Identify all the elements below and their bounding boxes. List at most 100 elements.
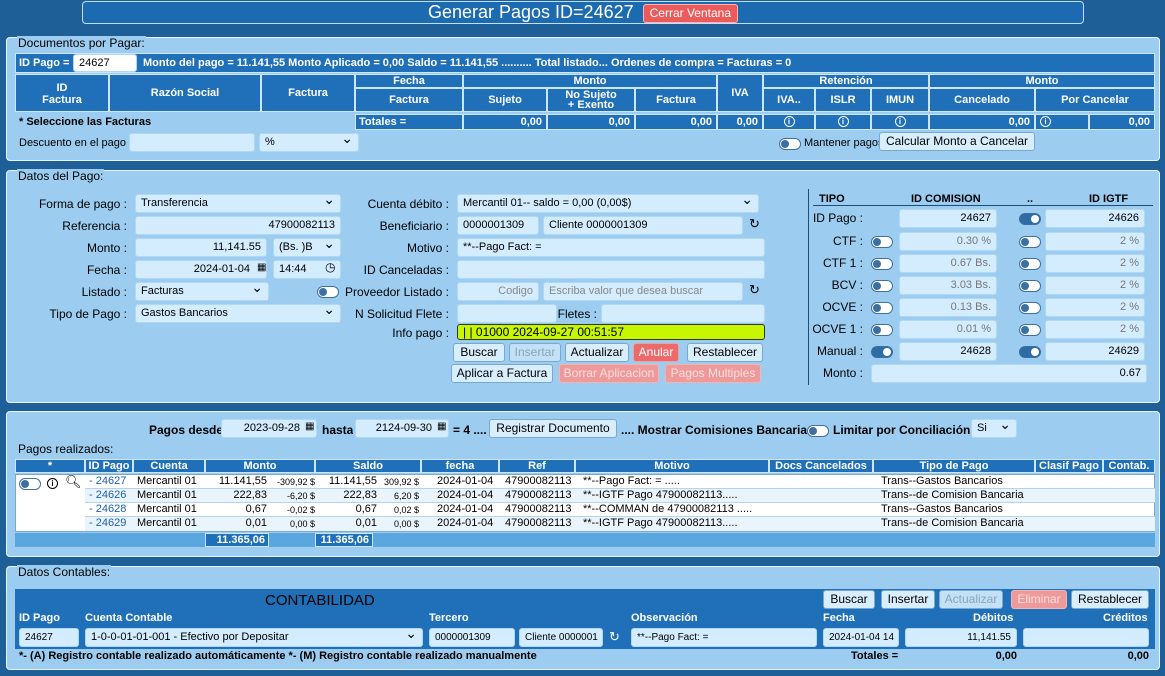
comm-toggle[interactable]	[871, 346, 893, 358]
acc-id-pago-input[interactable]: 24627	[19, 628, 79, 647]
row-select-toggle[interactable]	[19, 478, 41, 490]
comm-v1[interactable]: 0.30 %	[899, 232, 997, 251]
comm-v1[interactable]: 24627	[899, 209, 997, 228]
calendar-icon[interactable]: ▦	[437, 421, 446, 432]
id-pago-field[interactable]: 24627	[73, 54, 137, 72]
forma-pago-select[interactable]: Transferencia	[135, 194, 341, 213]
acc-tercero-id-input[interactable]: 0000001309	[429, 628, 515, 647]
canceladas-input[interactable]	[457, 260, 765, 279]
refresh-icon[interactable]: ↻	[749, 216, 760, 232]
aplicar-factura-button[interactable]: Aplicar a Factura	[451, 364, 553, 383]
acc-eliminar-button[interactable]: Eliminar	[1011, 590, 1067, 609]
proveedor-search-input[interactable]: Escriba valor que desea buscar	[543, 282, 743, 301]
info-icon[interactable]: i	[47, 478, 58, 489]
monto-input[interactable]: 11,141.55	[135, 238, 267, 257]
refresh-icon[interactable]: ↻	[609, 629, 620, 645]
actualizar-button[interactable]: Actualizar	[565, 343, 629, 362]
comm-toggle[interactable]	[871, 302, 893, 314]
comm-toggle[interactable]	[871, 280, 893, 292]
info-icon[interactable]: i	[837, 116, 849, 127]
comm-v1[interactable]: 0.67 Bs.	[899, 254, 997, 273]
pagos-desde-input[interactable]: 2023-09-28	[221, 419, 317, 438]
cuenta-debito-select[interactable]: Mercantil 01-- saldo = 0,00 (0,00$)	[457, 194, 759, 213]
registrar-documento-button[interactable]: Registrar Documento	[489, 419, 617, 438]
acc-buscar-button[interactable]: Buscar	[823, 590, 875, 609]
close-window-button[interactable]: Cerrar Ventana	[642, 3, 739, 23]
comm-v2[interactable]: 24626	[1045, 209, 1145, 228]
mostrar-comisiones-toggle[interactable]	[807, 425, 829, 437]
table-row[interactable]: - 24626 Mercantil 01 222,83 -6,20 $ 222,…	[85, 489, 1155, 503]
descuento-unit-select[interactable]: %	[259, 133, 359, 152]
search-icon[interactable]: 🔍︎	[65, 474, 82, 490]
comm-v1[interactable]: 0.01 %	[899, 320, 997, 339]
col-monto2-group: Monto	[929, 74, 1155, 88]
row-id[interactable]: - 24626	[89, 489, 126, 501]
acc-debitos-input[interactable]: 11,141.55	[905, 628, 1017, 647]
anular-button[interactable]: Anular	[633, 343, 679, 362]
beneficiario-id-input[interactable]: 0000001309	[457, 216, 539, 235]
calendar-icon[interactable]: ▦	[257, 262, 266, 273]
listado-toggle[interactable]	[317, 286, 339, 298]
comm-v2[interactable]: 2 %	[1045, 320, 1145, 339]
comm-toggle[interactable]	[1019, 258, 1041, 270]
listado-select[interactable]: Facturas	[135, 282, 269, 301]
comm-v2[interactable]: 2 %	[1045, 254, 1145, 273]
tipo-pago-select[interactable]: Gastos Bancarios	[135, 304, 341, 323]
comm-toggle[interactable]	[871, 258, 893, 270]
info-icon[interactable]: i	[1040, 116, 1051, 127]
table-row[interactable]: - 24628 Mercantil 01 0,67 -0,02 $ 0,67 0…	[85, 503, 1155, 517]
buscar-button[interactable]: Buscar	[453, 343, 505, 362]
acc-tercero-name-input[interactable]: Cliente 0000001	[519, 628, 603, 647]
acc-observacion-input[interactable]: **--Pago Fact: =	[631, 628, 817, 647]
acc-cuenta-select[interactable]: 1-0-0-01-01-001 - Efectivo por Depositar	[85, 628, 423, 647]
comm-monto-field[interactable]: 0.67	[871, 364, 1147, 383]
row-id[interactable]: - 24627	[89, 475, 126, 487]
insertar-button[interactable]: Insertar	[509, 343, 561, 362]
proveedor-codigo-input[interactable]: Codigo	[457, 282, 539, 301]
info-icon[interactable]: i	[894, 116, 906, 127]
comm-v2[interactable]: 2 %	[1045, 298, 1145, 317]
comm-toggle[interactable]	[1019, 302, 1041, 314]
comm-toggle[interactable]	[871, 324, 893, 336]
motivo-input[interactable]: **--Pago Fact: =	[457, 238, 765, 257]
calendar-icon[interactable]: ▦	[305, 421, 314, 432]
restablecer-button[interactable]: Restablecer	[687, 343, 763, 362]
refresh-icon[interactable]: ↻	[749, 282, 760, 298]
borrar-aplicacion-button[interactable]: Borrar Aplicacion	[559, 364, 659, 383]
row-id[interactable]: - 24629	[89, 517, 126, 529]
comm-toggle[interactable]	[1019, 213, 1041, 225]
comm-v2[interactable]: 2 %	[1045, 276, 1145, 295]
acc-actualizar-button[interactable]: Actualizar	[939, 590, 1003, 609]
fletes-input[interactable]	[601, 304, 765, 323]
comm-toggle[interactable]	[1019, 324, 1041, 336]
comm-toggle[interactable]	[1019, 236, 1041, 248]
referencia-input[interactable]: 47900082113	[135, 216, 341, 235]
acc-restablecer-button[interactable]: Restablecer	[1071, 590, 1149, 609]
descuento-input[interactable]	[129, 133, 255, 152]
acc-insertar-button[interactable]: Insertar	[881, 590, 935, 609]
comm-toggle[interactable]	[871, 236, 893, 248]
comm-toggle[interactable]	[1019, 346, 1041, 358]
table-row[interactable]: - 24629 Mercantil 01 0,01 0,00 $ 0,01 0,…	[85, 517, 1155, 531]
moneda-select[interactable]: (Bs. )B	[273, 238, 341, 257]
info-icon[interactable]: i	[783, 116, 795, 127]
fecha-input[interactable]: 2024-01-04	[135, 260, 267, 279]
limitar-select[interactable]: Si	[971, 419, 1017, 438]
comm-v1[interactable]: 24628	[899, 342, 997, 361]
comm-v1[interactable]: 0.13 Bs.	[899, 298, 997, 317]
acc-creditos-input[interactable]	[1023, 628, 1149, 647]
calcular-monto-button[interactable]: Calcular Monto a Cancelar	[879, 132, 1035, 151]
comm-v1[interactable]: 3.03 Bs.	[899, 276, 997, 295]
comm-v2[interactable]: 2 %	[1045, 232, 1145, 251]
row-id[interactable]: - 24628	[89, 503, 126, 515]
mantener-pagos-toggle[interactable]	[779, 138, 801, 150]
flete-input[interactable]	[457, 304, 557, 323]
pagos-hasta-input[interactable]: 2124-09-30	[355, 419, 449, 438]
table-row[interactable]: - 24627 Mercantil 01 11.141,55 -309,92 $…	[85, 475, 1155, 489]
pagos-multiples-button[interactable]: Pagos Multiples	[665, 364, 761, 383]
clock-icon[interactable]: ◷	[325, 260, 335, 274]
beneficiario-name-input[interactable]: Cliente 0000001309	[543, 216, 743, 235]
acc-fecha-input[interactable]: 2024-01-04 14	[823, 628, 899, 647]
comm-toggle[interactable]	[1019, 280, 1041, 292]
comm-v2[interactable]: 24629	[1045, 342, 1145, 361]
